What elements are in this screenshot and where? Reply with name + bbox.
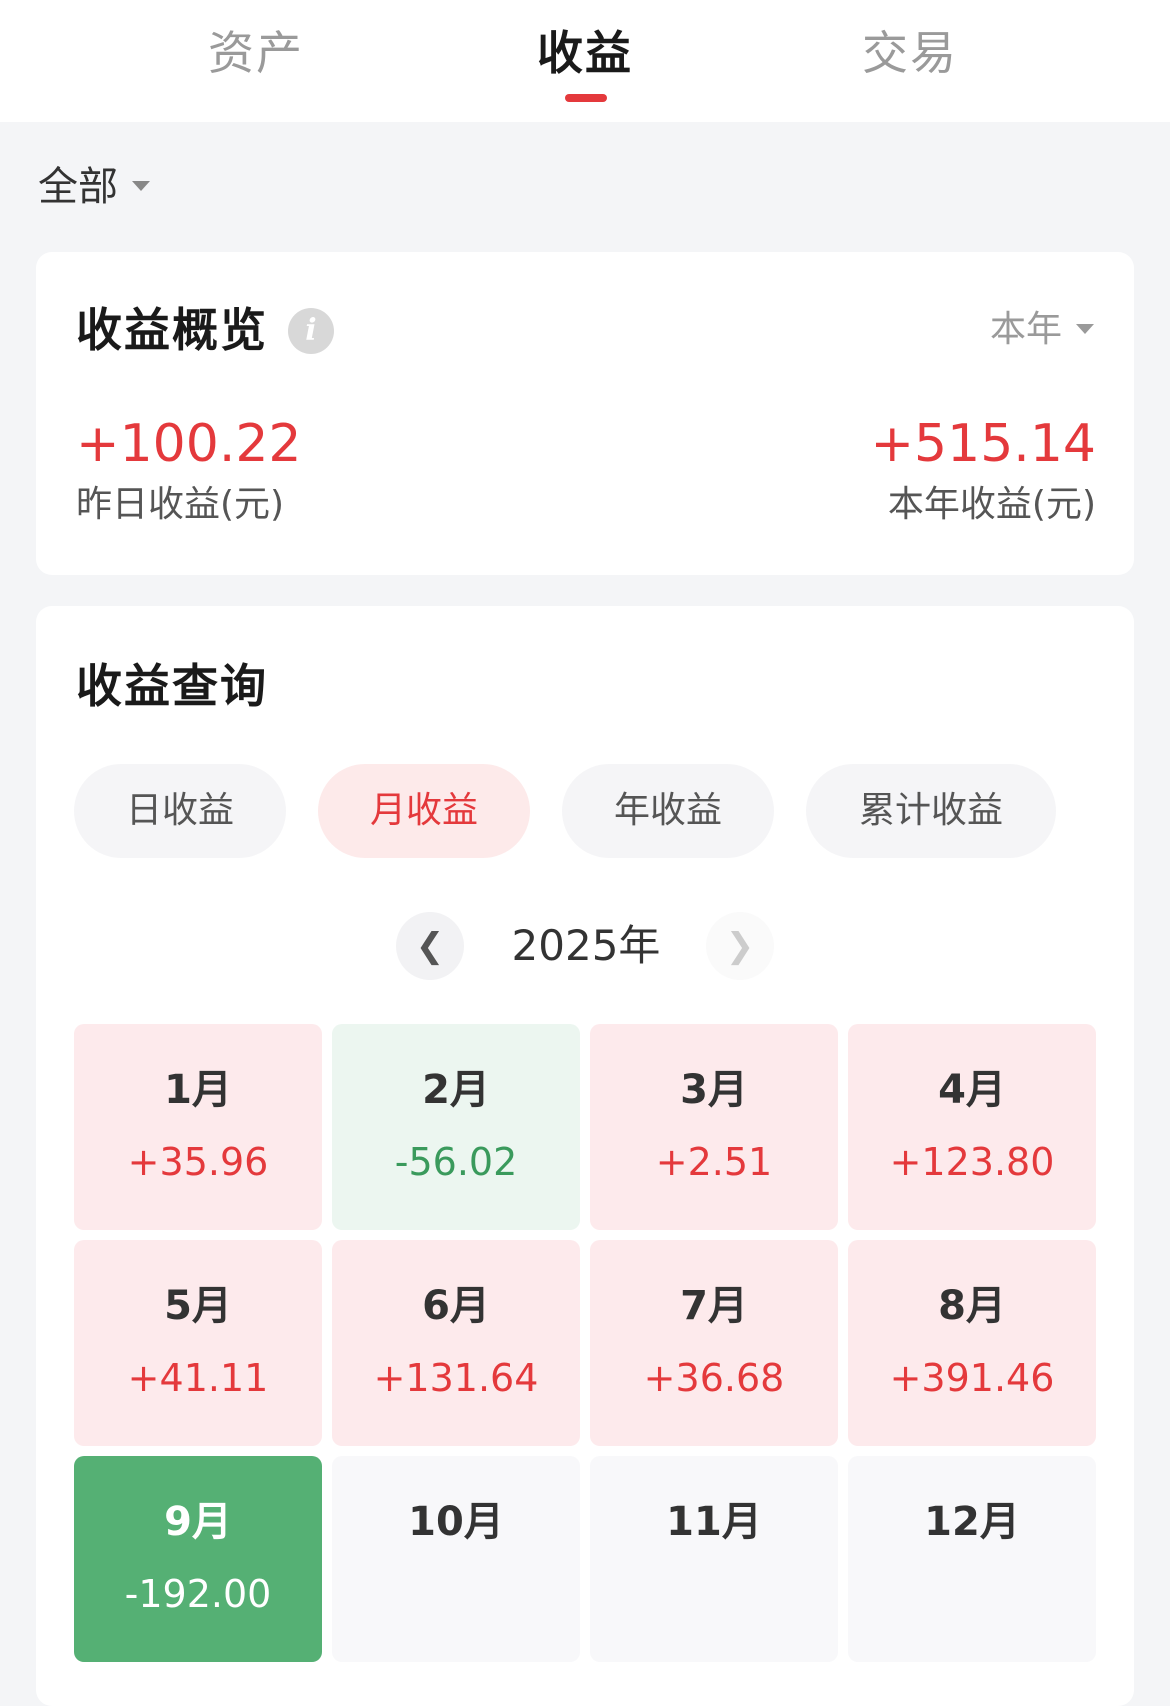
month-value: +36.68 <box>643 1356 785 1400</box>
earnings-period-pills: 日收益 月收益 年收益 累计收益 <box>74 764 1104 858</box>
account-filter-label: 全部 <box>38 164 118 210</box>
month-cell-11[interactable]: 11月 <box>590 1456 838 1662</box>
month-name: 4月 <box>938 1067 1006 1113</box>
month-value: +41.11 <box>127 1356 269 1400</box>
month-cell-5[interactable]: 5月 +41.11 <box>74 1240 322 1446</box>
account-filter-dropdown[interactable]: 全部 <box>38 160 150 214</box>
month-value: +131.64 <box>373 1356 539 1400</box>
month-cell-2[interactable]: 2月 -56.02 <box>332 1024 580 1230</box>
month-name: 6月 <box>422 1283 490 1329</box>
caret-down-icon <box>1076 324 1094 334</box>
tab-earnings[interactable]: 收益 <box>485 18 685 88</box>
month-cell-7[interactable]: 7月 +36.68 <box>590 1240 838 1446</box>
month-cell-12[interactable]: 12月 <box>848 1456 1096 1662</box>
info-icon[interactable]: i <box>288 308 334 354</box>
month-name: 2月 <box>422 1067 490 1113</box>
yesterday-earnings-label: 昨日收益(元) <box>76 484 285 525</box>
month-name: 12月 <box>924 1499 1020 1545</box>
month-value: +2.51 <box>655 1140 773 1184</box>
month-name: 10月 <box>408 1499 504 1545</box>
month-name: 1月 <box>164 1067 232 1113</box>
month-value: -56.02 <box>394 1140 518 1184</box>
year-earnings-label: 本年收益(元) <box>887 484 1096 525</box>
chevron-right-icon[interactable]: ❯ <box>706 912 774 980</box>
yesterday-earnings-value: +100.22 <box>76 414 302 474</box>
month-cell-10[interactable]: 10月 <box>332 1456 580 1662</box>
month-value: +391.46 <box>889 1356 1055 1400</box>
year-label: 2025年 <box>511 921 661 970</box>
month-name: 11月 <box>666 1499 762 1545</box>
month-cell-1[interactable]: 1月 +35.96 <box>74 1024 322 1230</box>
month-cell-6[interactable]: 6月 +131.64 <box>332 1240 580 1446</box>
month-name: 9月 <box>164 1499 232 1545</box>
earnings-overview-card: 收益概览 i 本年 +100.22 昨日收益(元) +515.14 本年收益(元… <box>36 252 1134 575</box>
pill-yearly-earnings[interactable]: 年收益 <box>562 764 774 858</box>
month-cell-8[interactable]: 8月 +391.46 <box>848 1240 1096 1446</box>
tab-transactions[interactable]: 交易 <box>810 18 1010 88</box>
month-cell-4[interactable]: 4月 +123.80 <box>848 1024 1096 1230</box>
chevron-left-icon[interactable]: ❮ <box>396 912 464 980</box>
query-title: 收益查询 <box>76 659 268 713</box>
month-name: 3月 <box>680 1067 748 1113</box>
month-value: -192.00 <box>124 1572 272 1616</box>
month-name: 7月 <box>680 1283 748 1329</box>
pill-daily-earnings[interactable]: 日收益 <box>74 764 286 858</box>
active-tab-indicator <box>565 94 607 102</box>
overview-title: 收益概览 <box>76 303 268 357</box>
pill-cumulative-earnings[interactable]: 累计收益 <box>806 764 1056 858</box>
month-cell-3[interactable]: 3月 +2.51 <box>590 1024 838 1230</box>
month-value: +123.80 <box>889 1140 1055 1184</box>
year-selector: ❮ 2025年 ❯ <box>36 912 1134 982</box>
month-name: 8月 <box>938 1283 1006 1329</box>
earnings-query-card: 收益查询 日收益 月收益 年收益 累计收益 ❮ 2025年 ❯ 1月 +35.96… <box>36 606 1134 1706</box>
period-dropdown[interactable]: 本年 <box>990 302 1094 358</box>
tab-assets[interactable]: 资产 <box>156 18 356 88</box>
month-cell-9[interactable]: 9月 -192.00 <box>74 1456 322 1662</box>
pill-monthly-earnings[interactable]: 月收益 <box>318 764 530 858</box>
month-value: +35.96 <box>127 1140 269 1184</box>
top-tab-bar: 资产 收益 交易 <box>0 0 1170 122</box>
month-name: 5月 <box>164 1283 232 1329</box>
period-label: 本年 <box>989 309 1062 350</box>
caret-down-icon <box>132 181 150 191</box>
year-earnings-value: +515.14 <box>870 414 1096 474</box>
